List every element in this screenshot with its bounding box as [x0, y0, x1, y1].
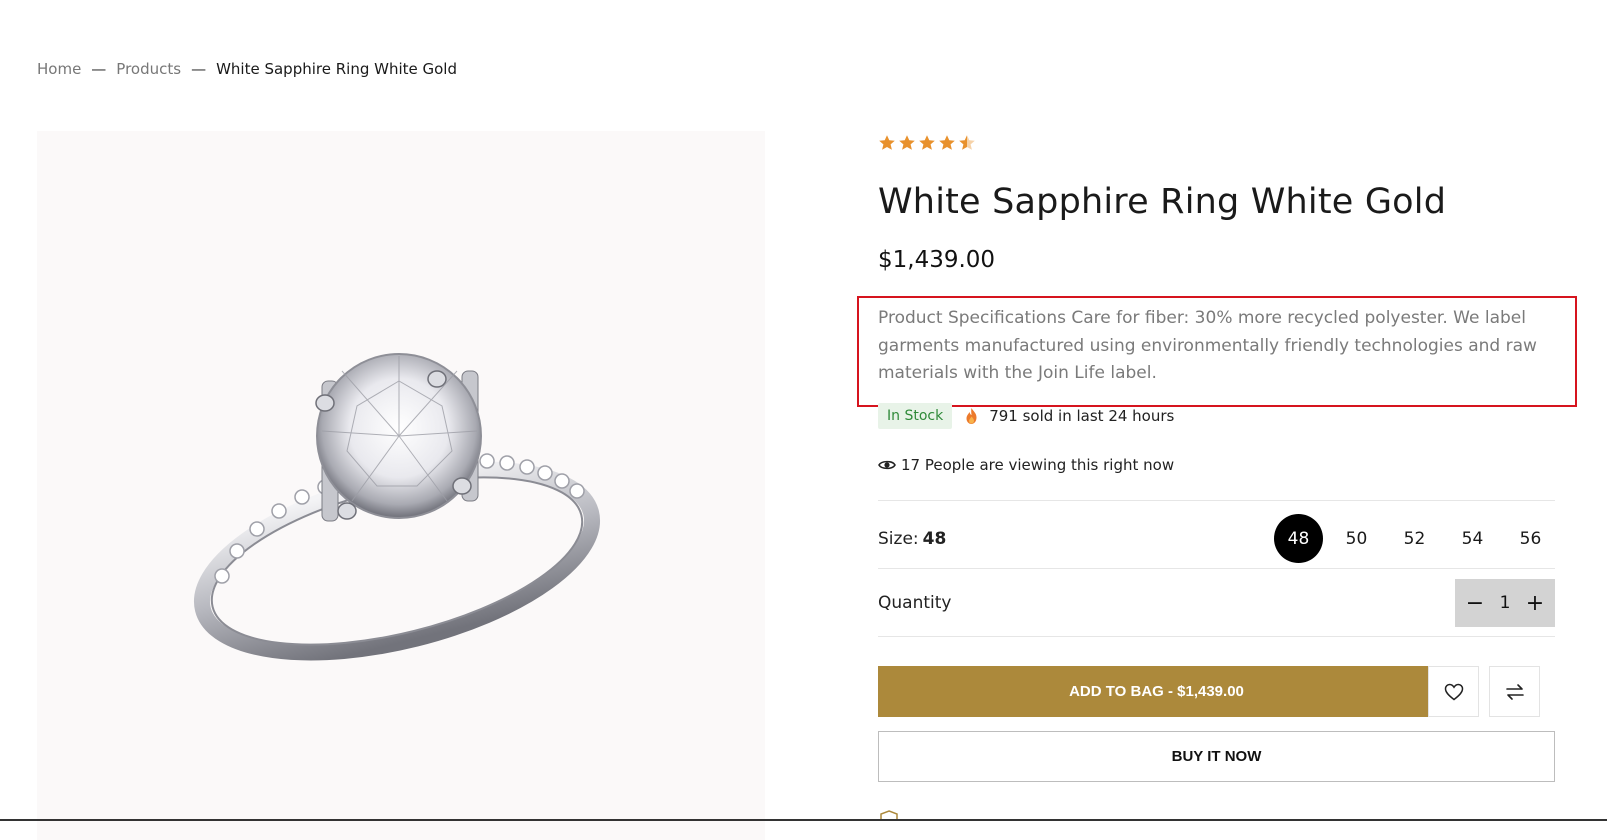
size-option-56[interactable]: 56	[1506, 514, 1555, 563]
size-option-54[interactable]: 54	[1448, 514, 1497, 563]
buy-it-now-button[interactable]: BUY IT NOW	[878, 731, 1555, 782]
increase-quantity-button[interactable]: +	[1523, 591, 1547, 616]
product-price: $1,439.00	[878, 247, 996, 273]
quantity-value[interactable]: 1	[1500, 593, 1511, 613]
star-icon	[919, 135, 935, 150]
star-icon	[939, 135, 955, 150]
size-options: 48 50 52 54 56	[1274, 514, 1555, 563]
heart-icon	[1444, 683, 1463, 700]
viewing-count-text: 17 People are viewing this right now	[901, 456, 1175, 474]
divider	[878, 500, 1555, 501]
product-image[interactable]	[37, 131, 765, 840]
breadcrumb-products-link[interactable]: Products	[116, 60, 181, 78]
compare-button[interactable]	[1489, 666, 1540, 717]
star-icon	[959, 135, 975, 150]
add-to-bag-button[interactable]: ADD TO BAG - $1,439.00	[878, 666, 1435, 717]
quantity-stepper: − 1 +	[1455, 579, 1555, 627]
stock-badge: In Stock	[878, 403, 953, 429]
ring-illustration	[193, 353, 601, 661]
size-option-50[interactable]: 50	[1332, 514, 1381, 563]
product-title: White Sapphire Ring White Gold	[878, 182, 1447, 222]
breadcrumb: Home — Products — White Sapphire Ring Wh…	[37, 60, 457, 78]
viewing-row: 17 People are viewing this right now	[878, 456, 1174, 474]
quantity-label: Quantity	[878, 593, 952, 613]
decrease-quantity-button[interactable]: −	[1463, 591, 1487, 616]
product-description: Product Specifications Care for fiber: 3…	[878, 308, 1537, 383]
size-option-52[interactable]: 52	[1390, 514, 1439, 563]
compare-arrows-icon	[1505, 683, 1524, 700]
breadcrumb-separator: —	[91, 60, 107, 78]
rating-stars	[878, 134, 976, 152]
breadcrumb-home-link[interactable]: Home	[37, 60, 81, 78]
wishlist-button[interactable]	[1428, 666, 1479, 717]
breadcrumb-separator: —	[191, 60, 207, 78]
divider	[878, 568, 1555, 569]
breadcrumb-current: White Sapphire Ring White Gold	[216, 60, 457, 78]
quantity-row: Quantity − 1 +	[878, 578, 1555, 628]
size-option-48[interactable]: 48	[1274, 514, 1323, 563]
purchase-actions: ADD TO BAG - $1,439.00	[878, 666, 1555, 717]
sold-count-text: 791 sold in last 24 hours	[989, 407, 1175, 425]
eye-icon	[878, 460, 896, 470]
star-icon	[879, 135, 895, 150]
star-icon	[899, 135, 915, 150]
fire-icon	[966, 408, 977, 424]
page-bottom-edge	[0, 819, 1607, 821]
divider	[878, 636, 1555, 637]
stock-row: In Stock 791 sold in last 24 hours	[878, 403, 1174, 429]
selected-size-value: 48	[922, 528, 947, 549]
size-label: Size: 48	[878, 528, 947, 549]
size-selector: Size: 48 48 50 52 54 56	[878, 510, 1555, 567]
